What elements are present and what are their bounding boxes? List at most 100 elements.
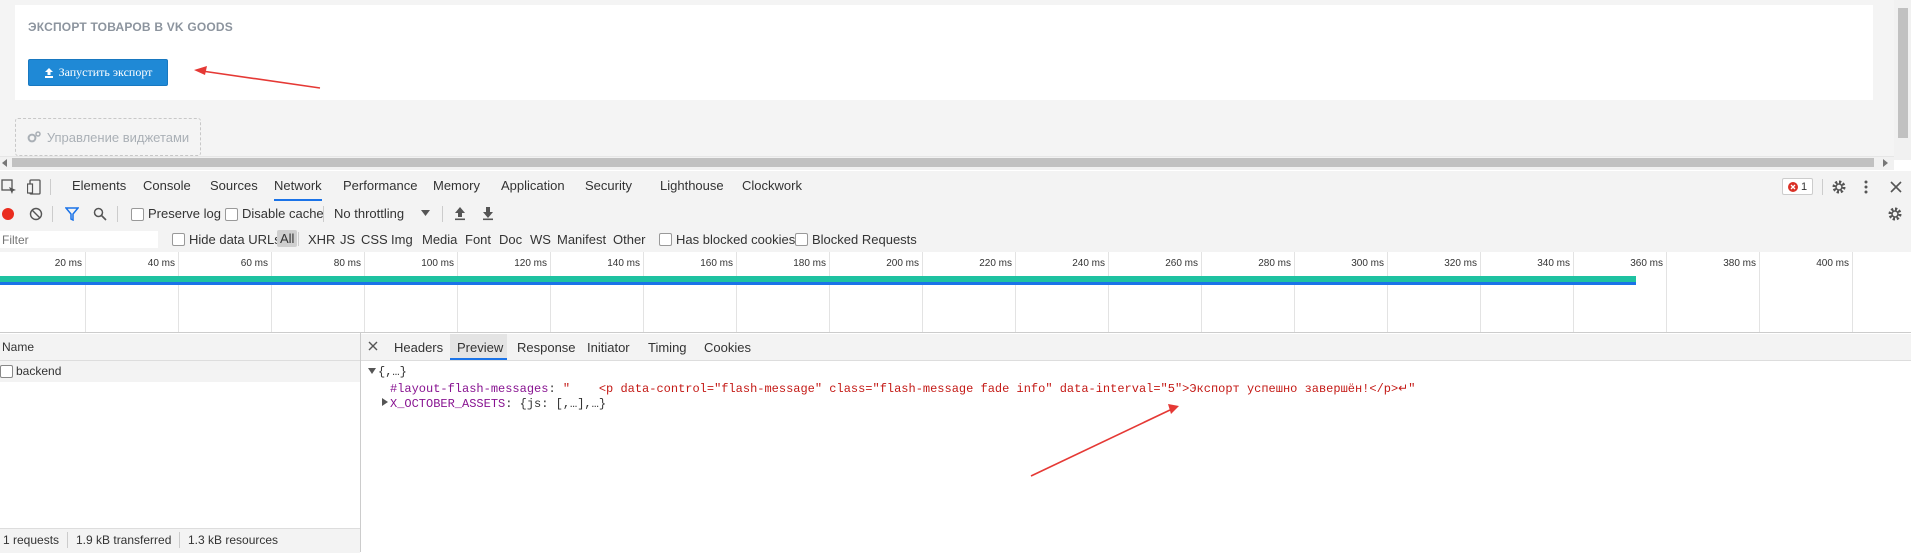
tab-clockwork[interactable]: Clockwork	[742, 178, 802, 193]
timeline-tick-label: 220 ms	[979, 258, 1012, 269]
timeline-tick-label: 380 ms	[1723, 258, 1756, 269]
tab-memory[interactable]: Memory	[433, 178, 480, 193]
waterfall-bar	[0, 276, 1636, 285]
filter-type-ws[interactable]: WS	[530, 232, 551, 247]
tab-performance[interactable]: Performance	[343, 178, 417, 193]
import-har-icon[interactable]	[453, 206, 467, 221]
preview-root[interactable]: {,…}	[378, 365, 407, 379]
disable-cache-checkbox[interactable]	[225, 208, 238, 221]
tab-initiator[interactable]: Initiator	[587, 340, 630, 355]
timeline-tick-label: 260 ms	[1165, 258, 1198, 269]
name-column-label: Name	[2, 340, 35, 354]
status-requests: 1 requests	[3, 533, 60, 547]
panel-title: ЭКСПОРТ ТОВАРОВ В VK GOODS	[28, 20, 233, 34]
close-devtools-icon[interactable]	[1889, 180, 1903, 194]
chevron-down-icon	[421, 210, 430, 216]
expand-right-icon[interactable]	[381, 398, 389, 406]
device-toolbar-icon[interactable]	[27, 179, 43, 195]
scroll-right-arrow-icon[interactable]	[1880, 158, 1890, 168]
timeline-gridline	[457, 252, 458, 332]
start-export-button[interactable]: Запустить экспорт	[28, 59, 168, 86]
timeline-tick-label: 280 ms	[1258, 258, 1291, 269]
timeline-gridline	[1294, 252, 1295, 332]
error-icon	[1787, 181, 1798, 192]
scroll-left-arrow-icon[interactable]	[0, 158, 10, 168]
tab-timing[interactable]: Timing	[648, 340, 687, 355]
timeline-gridline	[550, 252, 551, 332]
search-icon[interactable]	[93, 207, 107, 221]
preview-line-2[interactable]: X_OCTOBER_ASSETS: {js: [,…],…}	[390, 397, 606, 411]
tab-sources[interactable]: Sources	[210, 178, 258, 193]
hide-data-urls-checkbox[interactable]	[172, 233, 185, 246]
close-detail-icon[interactable]	[368, 341, 378, 351]
vertical-scrollbar-thumb[interactable]	[1898, 8, 1908, 138]
timeline-tick-label: 120 ms	[514, 258, 547, 269]
json-key: #layout-flash-messages	[390, 382, 549, 396]
tab-lighthouse[interactable]: Lighthouse	[660, 178, 724, 193]
timeline-tick-label: 80 ms	[333, 258, 361, 269]
timeline-tick-label: 20 ms	[54, 258, 82, 269]
tab-application[interactable]: Application	[501, 178, 565, 193]
manage-widgets-button[interactable]: Управление виджетами	[15, 118, 201, 156]
filter-type-all[interactable]: All	[277, 230, 298, 247]
timeline-tick-label: 180 ms	[793, 258, 826, 269]
timeline-tick-label: 300 ms	[1351, 258, 1384, 269]
tab-elements[interactable]: Elements	[72, 178, 126, 193]
name-column-header[interactable]	[0, 334, 360, 361]
tab-preview[interactable]: Preview	[457, 340, 503, 355]
json-key: X_OCTOBER_ASSETS	[390, 397, 506, 411]
request-name[interactable]: backend	[16, 364, 61, 378]
filter-input[interactable]	[0, 231, 158, 248]
throttling-select[interactable]: No throttling	[334, 206, 404, 221]
settings-gear-icon[interactable]	[1831, 179, 1847, 195]
timeline-gridline	[736, 252, 737, 332]
filter-type-doc[interactable]: Doc	[499, 232, 522, 247]
expand-down-icon[interactable]	[368, 367, 376, 375]
tab-security[interactable]: Security	[585, 178, 632, 193]
tab-console[interactable]: Console	[143, 178, 191, 193]
filter-type-media[interactable]: Media	[422, 232, 457, 247]
filter-type-other[interactable]: Other	[613, 232, 646, 247]
timeline-tick-label: 360 ms	[1630, 258, 1663, 269]
filter-icon[interactable]	[65, 207, 79, 221]
timeline-tick-label: 200 ms	[886, 258, 919, 269]
tab-network[interactable]: Network	[274, 178, 322, 201]
has-blocked-cookies-checkbox[interactable]	[659, 233, 672, 246]
gears-icon	[27, 131, 41, 143]
blocked-requests-checkbox[interactable]	[795, 233, 808, 246]
filter-type-css[interactable]: CSS	[361, 232, 388, 247]
preserve-log-checkbox[interactable]	[131, 208, 144, 221]
timeline-gridline	[1108, 252, 1109, 332]
network-settings-icon[interactable]	[1887, 206, 1903, 222]
timeline-gridline	[1201, 252, 1202, 332]
preview-line-1: #layout-flash-messages: " <p data-contro…	[390, 382, 1416, 396]
timeline-gridline	[829, 252, 830, 332]
timeline-tick-label: 240 ms	[1072, 258, 1105, 269]
timeline-gridline	[364, 252, 365, 332]
filter-type-js[interactable]: JS	[340, 232, 355, 247]
timeline-gridline	[271, 252, 272, 332]
timeline-tick-label: 340 ms	[1537, 258, 1570, 269]
filter-type-manifest[interactable]: Manifest	[557, 232, 606, 247]
filter-type-img[interactable]: Img	[391, 232, 413, 247]
inspect-element-icon[interactable]	[1, 179, 17, 195]
more-options-icon[interactable]	[1862, 179, 1870, 195]
has-blocked-cookies-label: Has blocked cookies	[676, 232, 796, 247]
horizontal-scrollbar-thumb[interactable]	[12, 158, 1874, 167]
timeline-gridline	[1015, 252, 1016, 332]
timeline-gridline	[1759, 252, 1760, 332]
timeline-tick-label: 100 ms	[421, 258, 454, 269]
clear-icon[interactable]	[29, 207, 43, 221]
filter-type-font[interactable]: Font	[465, 232, 491, 247]
tab-headers[interactable]: Headers	[394, 340, 443, 355]
tab-cookies[interactable]: Cookies	[704, 340, 751, 355]
export-har-icon[interactable]	[481, 206, 495, 221]
upload-icon	[44, 67, 53, 78]
preserve-log-label: Preserve log	[148, 206, 221, 221]
error-counter[interactable]: 1	[1782, 178, 1813, 195]
tab-response[interactable]: Response	[517, 340, 576, 355]
network-overview[interactable]	[0, 252, 1911, 333]
record-icon[interactable]	[1, 207, 15, 221]
timeline-tick-label: 160 ms	[700, 258, 733, 269]
filter-type-xhr[interactable]: XHR	[308, 232, 335, 247]
